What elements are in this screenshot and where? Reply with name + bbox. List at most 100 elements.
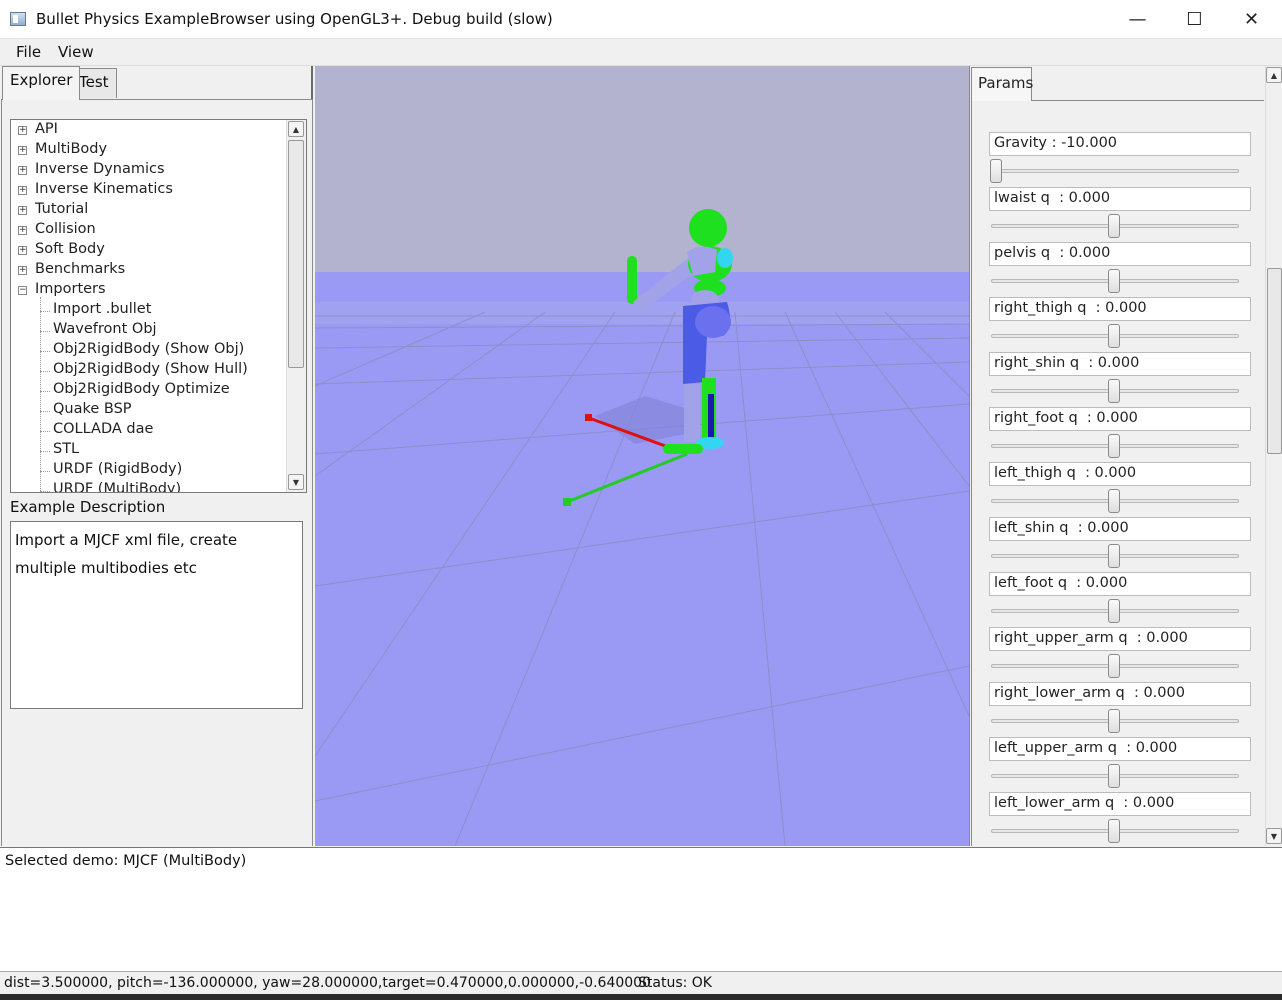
param-slider-handle[interactable] xyxy=(1108,324,1120,348)
tree-item[interactable]: Obj2RigidBody (Show Hull) xyxy=(11,361,281,381)
param-slider-handle[interactable] xyxy=(1108,709,1120,733)
tree-connector xyxy=(40,371,50,372)
tree-category[interactable]: + MultiBody xyxy=(11,141,281,161)
sky-background xyxy=(315,66,969,272)
param-slider-handle[interactable] xyxy=(990,159,1002,183)
tree-connector xyxy=(40,411,50,412)
scroll-up-arrow-icon[interactable]: ▲ xyxy=(288,121,304,137)
expand-icon[interactable]: + xyxy=(18,146,27,155)
tree-item-label: STL xyxy=(53,441,80,457)
param-value-field[interactable]: left_upper_arm q : 0.000 xyxy=(989,737,1251,761)
tree-category-label: Inverse Kinematics xyxy=(35,181,173,197)
param-slider-handle[interactable] xyxy=(1108,764,1120,788)
expand-icon[interactable]: + xyxy=(18,266,27,275)
param-value-field[interactable]: right_upper_arm q : 0.000 xyxy=(989,627,1251,651)
tree-category[interactable]: + API xyxy=(11,121,281,141)
tree-connector xyxy=(40,431,50,432)
tree-item-label: Quake BSP xyxy=(53,401,132,417)
param-slider-handle[interactable] xyxy=(1108,819,1120,843)
expand-icon[interactable]: + xyxy=(18,226,27,235)
tree-connector xyxy=(40,451,50,452)
3d-viewport[interactable] xyxy=(315,66,969,846)
param-value-field[interactable]: left_shin q : 0.000 xyxy=(989,517,1251,541)
param-slider-handle[interactable] xyxy=(1108,599,1120,623)
tree-item-label: Wavefront Obj xyxy=(53,321,157,337)
param-slider-handle[interactable] xyxy=(1108,434,1120,458)
tree-category-label: Soft Body xyxy=(35,241,105,257)
tree-category[interactable]: + Benchmarks xyxy=(11,261,281,281)
tree-item[interactable]: STL xyxy=(11,441,281,461)
param-value-field[interactable]: right_thigh q : 0.000 xyxy=(989,297,1251,321)
tree-category-label: Collision xyxy=(35,221,96,237)
close-button[interactable]: ✕ xyxy=(1223,0,1280,38)
tree-item-label: URDF (RigidBody) xyxy=(53,461,183,477)
param-value-field[interactable]: pelvis q : 0.000 xyxy=(989,242,1251,266)
tree-item[interactable]: URDF (MultiBody) xyxy=(11,481,281,492)
params-scroll-thumb[interactable] xyxy=(1267,268,1282,454)
param-value-field[interactable]: right_lower_arm q : 0.000 xyxy=(989,682,1251,706)
tab-params[interactable]: Params xyxy=(971,67,1033,101)
tree-item[interactable]: Obj2RigidBody (Show Obj) xyxy=(11,341,281,361)
param-slider-handle[interactable] xyxy=(1108,544,1120,568)
window-title: Bullet Physics ExampleBrowser using Open… xyxy=(36,10,553,28)
param-value-field[interactable]: right_shin q : 0.000 xyxy=(989,352,1251,376)
description-label: Example Description xyxy=(10,498,166,516)
param-value-field[interactable]: left_lower_arm q : 0.000 xyxy=(989,792,1251,816)
param-value-field[interactable]: Gravity : -10.000 xyxy=(989,132,1251,156)
expand-icon[interactable]: + xyxy=(18,166,27,175)
param-slider-handle[interactable] xyxy=(1108,269,1120,293)
tree-category[interactable]: + Soft Body xyxy=(11,241,281,261)
app-icon xyxy=(10,12,26,26)
expand-icon[interactable]: + xyxy=(18,126,27,135)
param-slider-handle[interactable] xyxy=(1108,489,1120,513)
params-scroll-down-icon[interactable]: ▼ xyxy=(1266,828,1282,844)
tree-category[interactable]: − Importers xyxy=(11,281,281,301)
tree-scroll-thumb[interactable] xyxy=(288,140,304,368)
tree-item[interactable]: Import .bullet xyxy=(11,301,281,321)
expand-icon[interactable]: + xyxy=(18,206,27,215)
menu-file[interactable]: File xyxy=(16,43,41,61)
scroll-down-arrow-icon[interactable]: ▼ xyxy=(288,474,304,490)
tree-item[interactable]: URDF (RigidBody) xyxy=(11,461,281,481)
param-value-field[interactable]: left_thigh q : 0.000 xyxy=(989,462,1251,486)
expand-icon[interactable]: + xyxy=(18,246,27,255)
tree-category-label: MultiBody xyxy=(35,141,108,157)
console-output: Selected demo: MJCF (MultiBody) xyxy=(0,847,1282,972)
tree-category-label: Importers xyxy=(35,281,106,297)
param-value-field[interactable]: left_foot q : 0.000 xyxy=(989,572,1251,596)
collapse-icon[interactable]: − xyxy=(18,286,27,295)
tree-scrollbar[interactable]: ▲ ▼ xyxy=(286,120,306,492)
tree-item[interactable]: Quake BSP xyxy=(11,401,281,421)
tree-connector xyxy=(40,491,50,492)
tab-explorer[interactable]: Explorer xyxy=(2,66,81,100)
param-slider-handle[interactable] xyxy=(1108,379,1120,403)
tree-item[interactable]: Obj2RigidBody Optimize xyxy=(11,381,281,401)
param-value-field[interactable]: right_foot q : 0.000 xyxy=(989,407,1251,431)
expand-icon[interactable]: + xyxy=(18,186,27,195)
minimize-button[interactable]: — xyxy=(1109,0,1166,38)
tree-category[interactable]: + Inverse Dynamics xyxy=(11,161,281,181)
tree-item-label: Obj2RigidBody Optimize xyxy=(53,381,230,397)
param-slider-handle[interactable] xyxy=(1108,654,1120,678)
scene-canvas[interactable] xyxy=(315,66,969,846)
params-pane: Params Gravity : -10.000 lwaist q : 0.000… xyxy=(969,66,1282,846)
maximize-button[interactable]: ☐ xyxy=(1166,0,1223,38)
tree-category[interactable]: + Inverse Kinematics xyxy=(11,181,281,201)
tree-item-label: COLLADA dae xyxy=(53,421,154,437)
param-slider-handle[interactable] xyxy=(1108,214,1120,238)
camera-status: dist=3.500000, pitch=-136.000000, yaw=28… xyxy=(4,975,651,991)
params-scroll-up-icon[interactable]: ▲ xyxy=(1266,67,1282,83)
console-text: Selected demo: MJCF (MultiBody) xyxy=(5,853,247,869)
z-axis-marker xyxy=(563,498,571,506)
tree-item[interactable]: COLLADA dae xyxy=(11,421,281,441)
param-value-field[interactable]: lwaist q : 0.000 xyxy=(989,187,1251,211)
params-scrollbar[interactable]: ▲ ▼ xyxy=(1265,66,1282,846)
tree-category[interactable]: + Tutorial xyxy=(11,201,281,221)
menu-view[interactable]: View xyxy=(58,43,94,61)
tree-category[interactable]: + Collision xyxy=(11,221,281,241)
tree-connector xyxy=(40,331,50,332)
tree-vertical-connector xyxy=(40,297,41,492)
tree-item-label: Obj2RigidBody (Show Hull) xyxy=(53,361,248,377)
param-slider-track[interactable] xyxy=(991,169,1239,173)
tree-item[interactable]: Wavefront Obj xyxy=(11,321,281,341)
